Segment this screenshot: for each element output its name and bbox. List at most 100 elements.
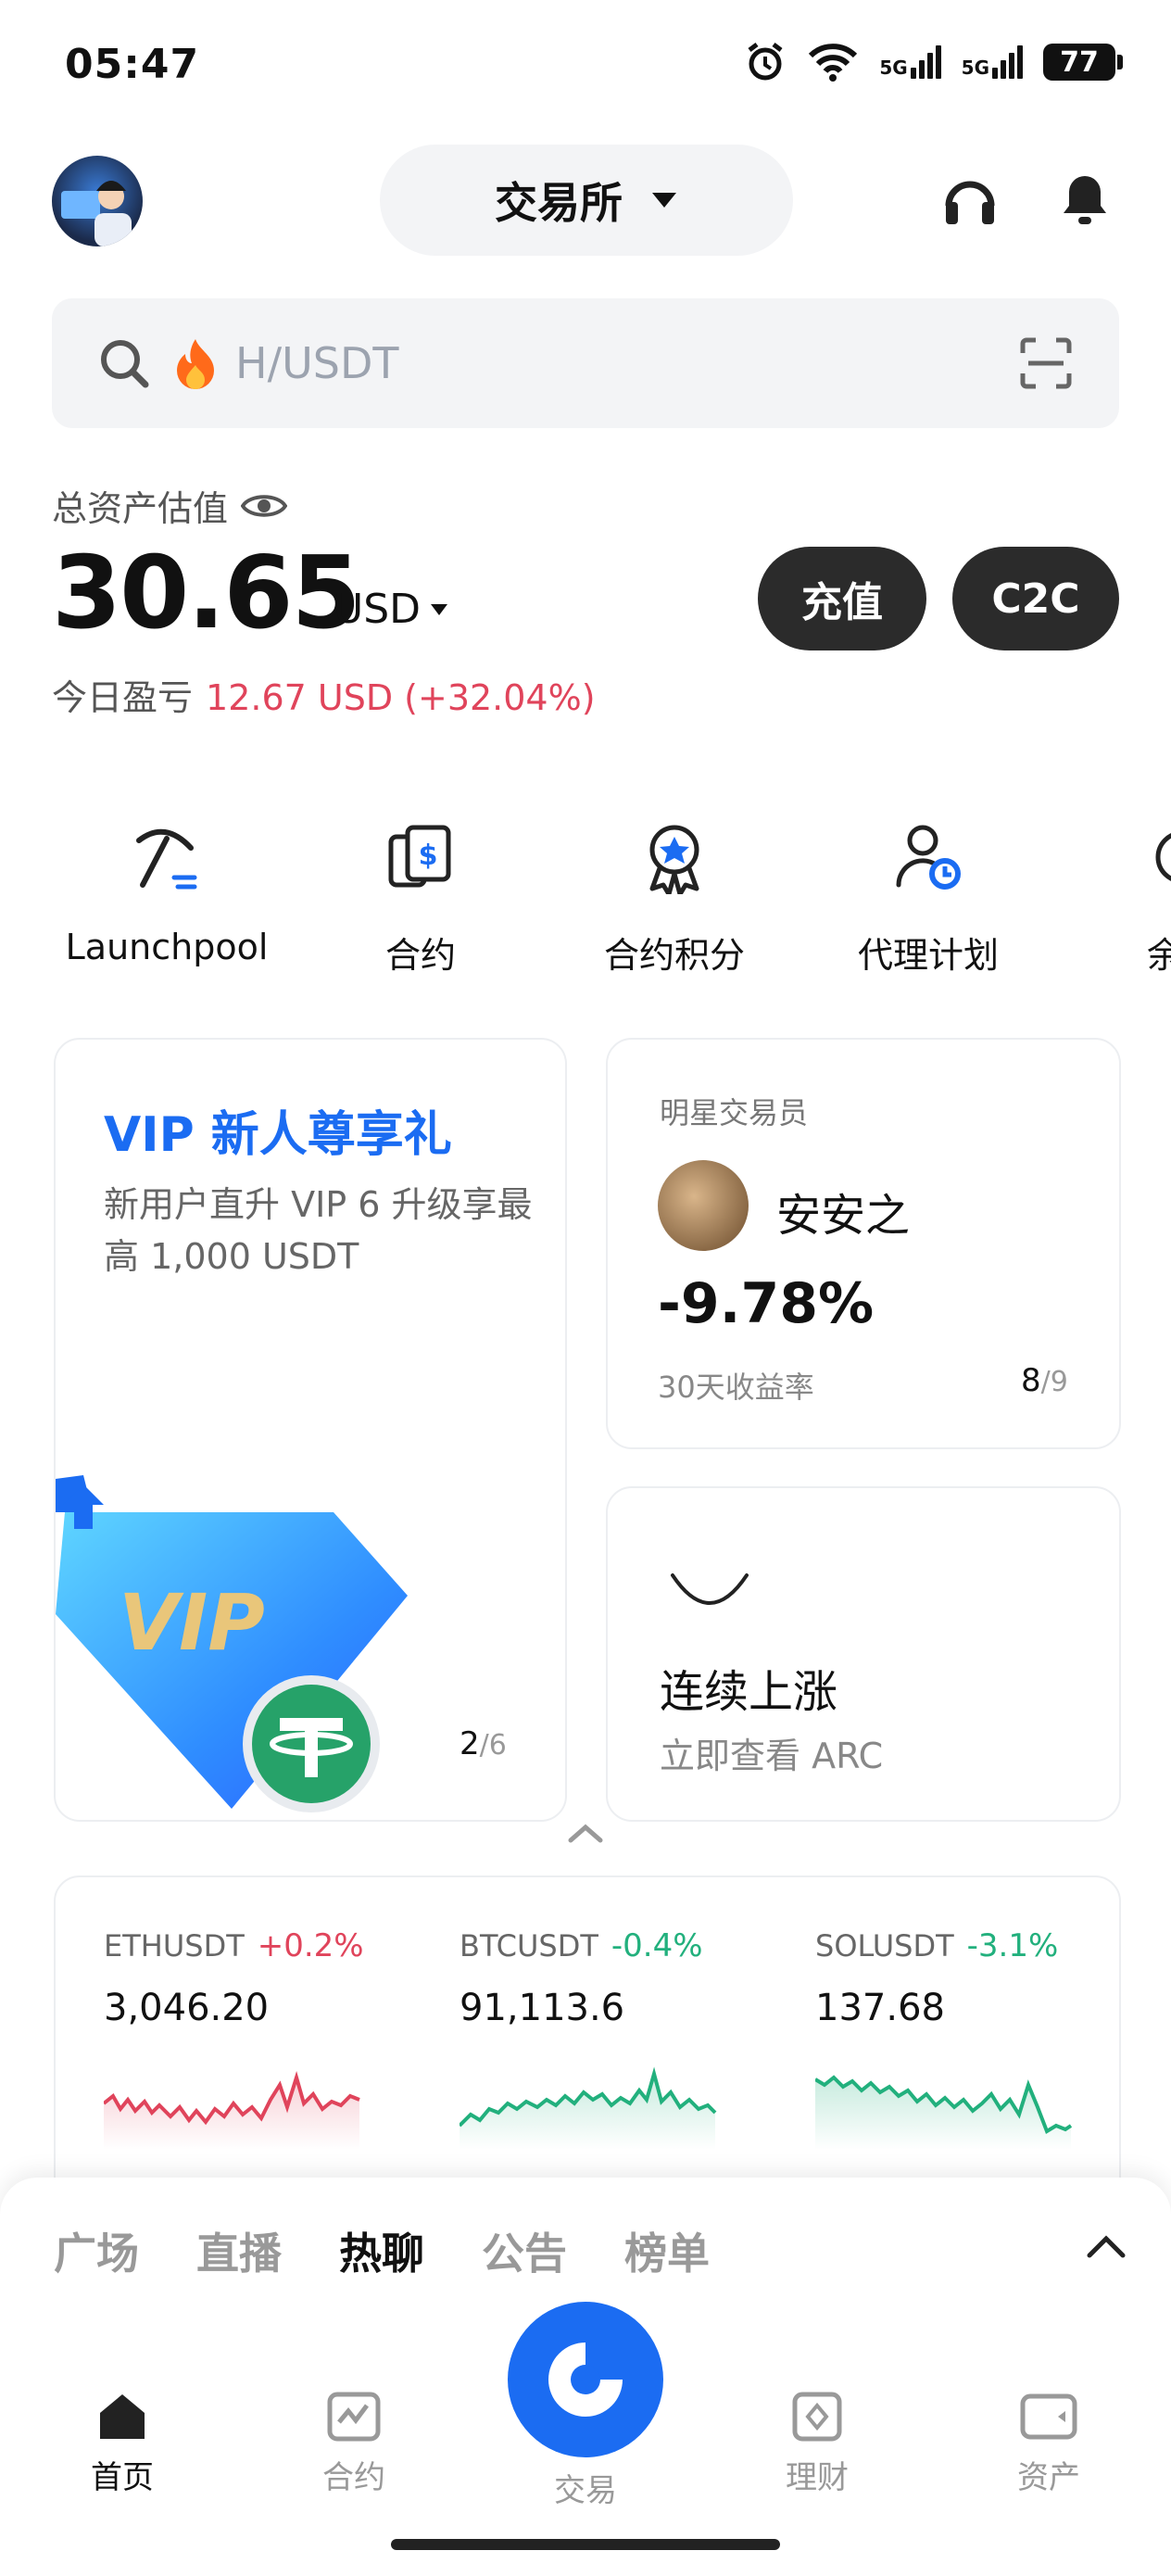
quick-menu-agent[interactable]: 代理计划 (826, 806, 1030, 978)
c2c-button[interactable]: C2C (952, 547, 1119, 650)
pager-current: 2 (460, 1725, 480, 1762)
savings-icon (1155, 833, 1171, 881)
loading-spinner-icon (671, 1573, 749, 1605)
futures-icon (327, 2392, 381, 2442)
nav-finance[interactable]: 理财 (743, 2391, 891, 2497)
nav-trade-label: 交易 (511, 2465, 660, 2510)
trader-return: -9.78% (658, 1271, 875, 1336)
finance-icon (792, 2392, 842, 2442)
trend-card-title: 连续上涨 (660, 1666, 838, 1718)
vip-promo-card[interactable]: VIP 新人尊享礼 新用户直升 VIP 6 升级享最高 1,000 USDT V… (54, 1038, 567, 1822)
eye-icon[interactable] (241, 490, 288, 522)
pnl-value: 12.67 USD (+32.04%) (206, 677, 596, 718)
ticker-symbol: ETHUSDT (104, 1928, 245, 1964)
vip-card-title: VIP 新人尊享礼 (104, 1107, 452, 1163)
ticker-symbol: SOLUSDT (815, 1928, 954, 1964)
quick-menu-savings[interactable]: 余币 (1080, 806, 1171, 978)
ticker-change: -0.4% (611, 1927, 703, 1964)
nav-assets[interactable]: 资产 (975, 2391, 1123, 2497)
headset-icon[interactable] (941, 172, 999, 230)
star-trader-card[interactable]: 明星交易员 安安之 -9.78% 30天收益率 8/9 (606, 1038, 1121, 1449)
ticker-btc[interactable]: BTCUSDT -0.4% 91,113.6 (460, 1927, 793, 2150)
trader-return-label: 30天收益率 (658, 1370, 814, 1405)
exchange-selector[interactable]: 交易所 (380, 145, 793, 256)
status-time: 05:47 (65, 41, 200, 88)
pnl-label: 今日盈亏 (52, 677, 194, 718)
status-icons: 5G 5G 77 (744, 41, 1123, 83)
pager-current: 8 (1021, 1362, 1041, 1399)
wifi-icon (809, 44, 858, 82)
ticker-symbol: BTCUSDT (460, 1928, 598, 1964)
nav-futures[interactable]: 合约 (280, 2391, 428, 2497)
asset-total-value: 30.65 (52, 536, 361, 651)
trader-avatar (658, 1160, 749, 1251)
fire-icon (177, 339, 214, 389)
quick-menu-label: 合约 (384, 935, 456, 976)
nav-label: 理财 (786, 2459, 849, 2496)
quick-menu-launchpool[interactable]: Launchpool (65, 806, 269, 967)
network-type-1: 5G (879, 57, 908, 79)
tab-live[interactable]: 直播 (196, 2220, 282, 2281)
ticker-change: -3.1% (966, 1927, 1059, 1964)
quick-menu-futures-points[interactable]: 合约积分 (573, 806, 776, 978)
nav-trade-button[interactable] (508, 2302, 663, 2457)
deposit-button[interactable]: 充值 (758, 547, 926, 650)
trend-card[interactable]: 连续上涨 立即查看 ARC (606, 1486, 1121, 1822)
ticker-change: +0.2% (257, 1927, 364, 1964)
asset-label-text: 总资产估值 (52, 488, 229, 529)
sparkline-btc (460, 2066, 717, 2150)
today-pnl: 今日盈亏 12.67 USD (+32.04%) (52, 669, 596, 720)
ticker-sol[interactable]: SOLUSDT -3.1% 137.68 (815, 1927, 1149, 2150)
home-indicator[interactable] (391, 2539, 780, 2550)
trader-name: 安安之 (776, 1190, 911, 1242)
quick-menu-label: Launchpool (65, 927, 269, 967)
bell-icon[interactable] (1056, 170, 1114, 228)
medal-icon (649, 825, 699, 894)
currency-selector[interactable]: USD (334, 586, 448, 633)
search-bar[interactable]: H/USDT (52, 298, 1119, 428)
exchange-label: 交易所 (495, 178, 623, 228)
chevron-up-icon[interactable] (1086, 2233, 1127, 2259)
pager-total: /9 (1040, 1366, 1068, 1398)
tab-square[interactable]: 广场 (54, 2220, 139, 2281)
nav-home[interactable]: 首页 (48, 2391, 196, 2497)
quick-menu-label: 合约积分 (603, 935, 745, 976)
nav-label: 合约 (322, 2459, 385, 2496)
caret-down-icon (652, 193, 676, 208)
quick-menu-label: 代理计划 (857, 935, 999, 976)
trade-icon (548, 2342, 623, 2417)
tab-announcement[interactable]: 公告 (482, 2220, 567, 2281)
tab-ranking[interactable]: 榜单 (624, 2220, 710, 2281)
dollar-document-icon: $ (388, 825, 451, 888)
ticker-price: 137.68 (815, 1987, 945, 2029)
sparkline-sol (815, 2075, 1073, 2150)
network-type-2: 5G (961, 57, 989, 79)
chevron-up-icon[interactable] (567, 1822, 604, 1844)
vip-card-subtitle: 新用户直升 VIP 6 升级享最高 1,000 USDT (104, 1184, 533, 1277)
sparkline-eth (104, 2071, 360, 2150)
svg-text:$: $ (419, 840, 438, 872)
caret-down-icon (431, 603, 448, 615)
search-placeholder: H/USDT (235, 338, 399, 388)
nav-label: 首页 (91, 2459, 154, 2496)
pager-total: /6 (479, 1729, 507, 1762)
ticker-price: 91,113.6 (460, 1987, 625, 2029)
currency-unit: USD (334, 586, 422, 633)
ticker-price: 3,046.20 (104, 1987, 270, 2029)
avatar[interactable] (52, 156, 143, 246)
ticker-eth[interactable]: ETHUSDT +0.2% 3,046.20 (104, 1927, 437, 2150)
alarm-icon (748, 43, 783, 81)
quick-menu-label: 余币 (1146, 935, 1171, 976)
scan-icon[interactable] (1019, 336, 1073, 390)
signal-5g-1: 5G (879, 45, 941, 79)
pickaxe-icon (136, 828, 197, 890)
agent-icon (896, 825, 961, 890)
quick-menu-futures[interactable]: $ 合约 (319, 806, 523, 978)
vip-badge-text: VIP (119, 1577, 265, 1668)
search-icon (101, 340, 149, 388)
home-icon (100, 2394, 145, 2439)
nav-label: 资产 (1017, 2459, 1080, 2496)
tab-hot-chat[interactable]: 热聊 (339, 2220, 424, 2281)
nav-label: 交易 (554, 2472, 617, 2509)
asset-estimate-label: 总资产估值 (52, 480, 288, 531)
